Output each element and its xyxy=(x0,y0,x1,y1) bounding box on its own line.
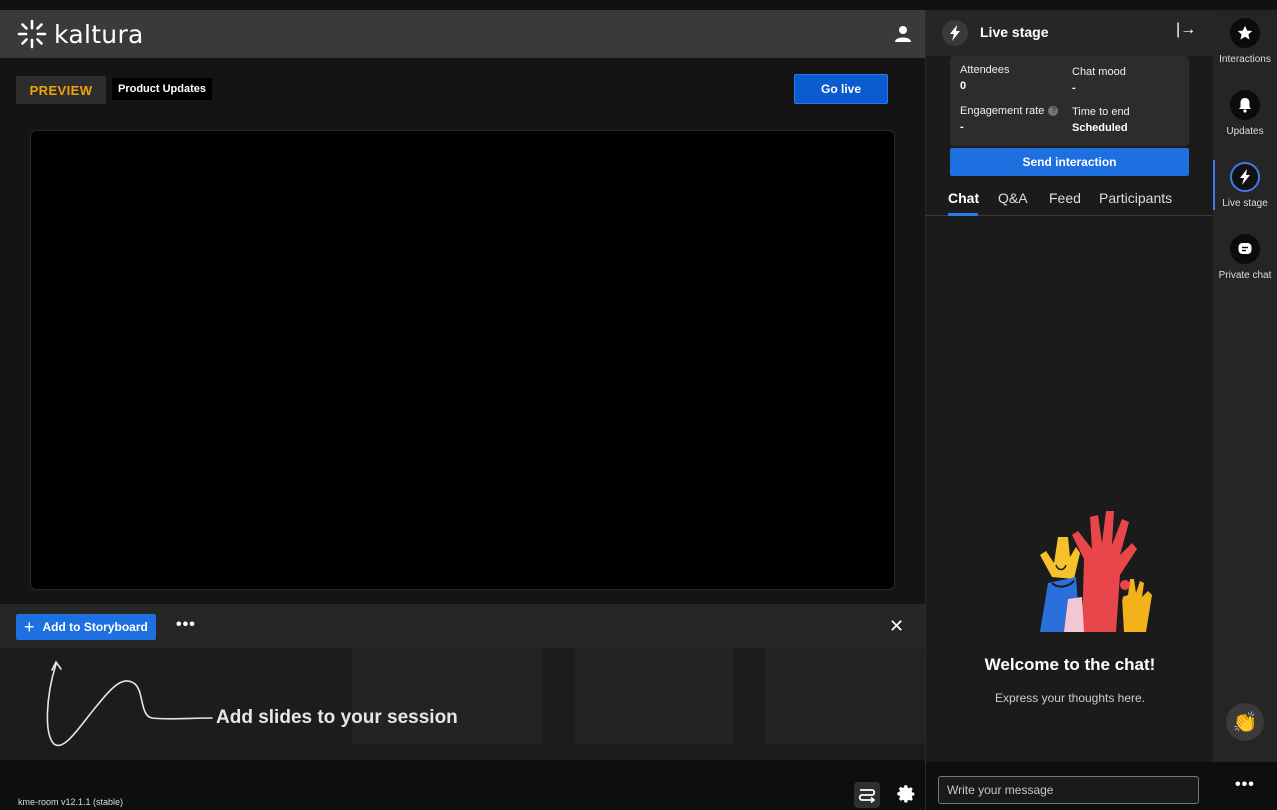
tab-participants[interactable]: Participants xyxy=(1099,190,1172,206)
video-stage[interactable] xyxy=(30,130,895,590)
message-input[interactable] xyxy=(938,776,1199,804)
user-icon[interactable] xyxy=(894,25,912,43)
time-to-end-stat: Time to end Scheduled xyxy=(1072,106,1130,134)
top-bar: kaltura xyxy=(0,10,925,58)
chat-mood-value: - xyxy=(1072,82,1076,94)
more-options-button[interactable]: ••• xyxy=(176,616,196,634)
bolt-icon xyxy=(1230,162,1260,192)
add-to-storyboard-button[interactable]: + Add to Storyboard xyxy=(16,614,156,640)
session-stats-card: Attendees 0 Chat mood - Engagement rate … xyxy=(950,56,1189,146)
storyboard-toolbar: + Add to Storyboard ••• ✕ xyxy=(0,604,925,648)
version-label: kme-room v12.1.1 (stable) xyxy=(18,797,124,807)
add-slides-hint: Add slides to your session xyxy=(216,707,458,728)
close-storyboard-button[interactable]: ✕ xyxy=(889,616,904,637)
tab-feed[interactable]: Feed xyxy=(1049,190,1081,206)
add-to-storyboard-label: Add to Storyboard xyxy=(42,620,148,634)
chat-tabs: Chat Q&A Feed Participants xyxy=(926,182,1214,216)
slide-placeholder xyxy=(352,648,542,744)
time-to-end-value: Scheduled xyxy=(1072,122,1128,134)
storyboard-panel: + Add to Storyboard ••• ✕ Add slides to … xyxy=(0,604,925,760)
rail-more-area: ••• xyxy=(1213,762,1277,810)
preview-badge: PREVIEW xyxy=(16,76,106,104)
kaltura-wordmark: kaltura xyxy=(54,19,144,49)
live-stage-header: Live stage |→ xyxy=(926,10,1214,56)
rail-item-live-stage[interactable]: Live stage xyxy=(1213,162,1277,209)
message-composer xyxy=(926,762,1214,810)
engagement-stat: Engagement rate ? - xyxy=(960,105,1059,133)
session-title: Product Updates xyxy=(112,78,213,100)
gear-icon[interactable] xyxy=(896,784,918,806)
rail-item-private-chat[interactable]: Private chat xyxy=(1213,234,1277,281)
live-stage-title: Live stage xyxy=(980,24,1049,40)
more-options-button[interactable]: ••• xyxy=(1235,776,1255,794)
chat-mood-stat: Chat mood - xyxy=(1072,66,1126,94)
bell-icon xyxy=(1230,90,1260,120)
send-interaction-button[interactable]: Send interaction xyxy=(950,148,1189,176)
rail-label-updates: Updates xyxy=(1226,126,1264,137)
raised-hands-illustration xyxy=(1040,511,1152,632)
slide-placeholder xyxy=(575,648,733,744)
attendees-stat: Attendees 0 xyxy=(960,64,1010,92)
kaltura-logo-icon xyxy=(17,19,47,49)
swap-icon xyxy=(858,789,876,803)
rail-item-interactions[interactable]: Interactions xyxy=(1213,18,1277,65)
star-icon xyxy=(1230,18,1260,48)
kaltura-logo: kaltura xyxy=(16,18,144,50)
go-live-button[interactable]: Go live xyxy=(794,74,888,104)
active-tab-indicator xyxy=(948,213,978,216)
swap-layout-button[interactable] xyxy=(854,782,880,808)
help-icon[interactable]: ? xyxy=(1048,106,1059,117)
preview-area: PREVIEW Product Updates Go live xyxy=(0,58,925,604)
bolt-icon xyxy=(942,20,968,46)
plus-icon: + xyxy=(24,617,35,637)
engagement-label: Engagement rate ? xyxy=(960,105,1059,117)
clapping-hands-icon[interactable]: 👏 xyxy=(1226,703,1264,741)
collapse-panel-icon[interactable]: |→ xyxy=(1176,21,1196,39)
time-to-end-label: Time to end xyxy=(1072,106,1130,118)
arrow-squiggle-icon xyxy=(46,660,213,747)
side-rail: Interactions Updates Live stage Private … xyxy=(1213,10,1277,810)
engagement-value: - xyxy=(960,121,964,133)
welcome-subtitle: Express your thoughts here. xyxy=(994,691,1146,705)
rail-label-interactions: Interactions xyxy=(1219,54,1271,65)
engagement-label-text: Engagement rate xyxy=(960,105,1045,117)
chat-bubble-icon xyxy=(1230,234,1260,264)
tab-qa[interactable]: Q&A xyxy=(998,190,1028,206)
welcome-title: Welcome to the chat! xyxy=(984,655,1156,674)
bottom-bar: kme-room v12.1.1 (stable) xyxy=(0,760,925,810)
tab-chat[interactable]: Chat xyxy=(948,190,979,206)
rail-label-live-stage: Live stage xyxy=(1222,198,1268,209)
chat-mood-label: Chat mood xyxy=(1072,66,1126,78)
attendees-value: 0 xyxy=(960,80,967,92)
live-stage-panel: Live stage |→ Attendees 0 Chat mood - En… xyxy=(925,10,1214,810)
slide-placeholder xyxy=(765,648,925,744)
attendees-label: Attendees xyxy=(960,64,1010,76)
rail-item-updates[interactable]: Updates xyxy=(1213,90,1277,137)
rail-label-private-chat: Private chat xyxy=(1218,270,1272,281)
